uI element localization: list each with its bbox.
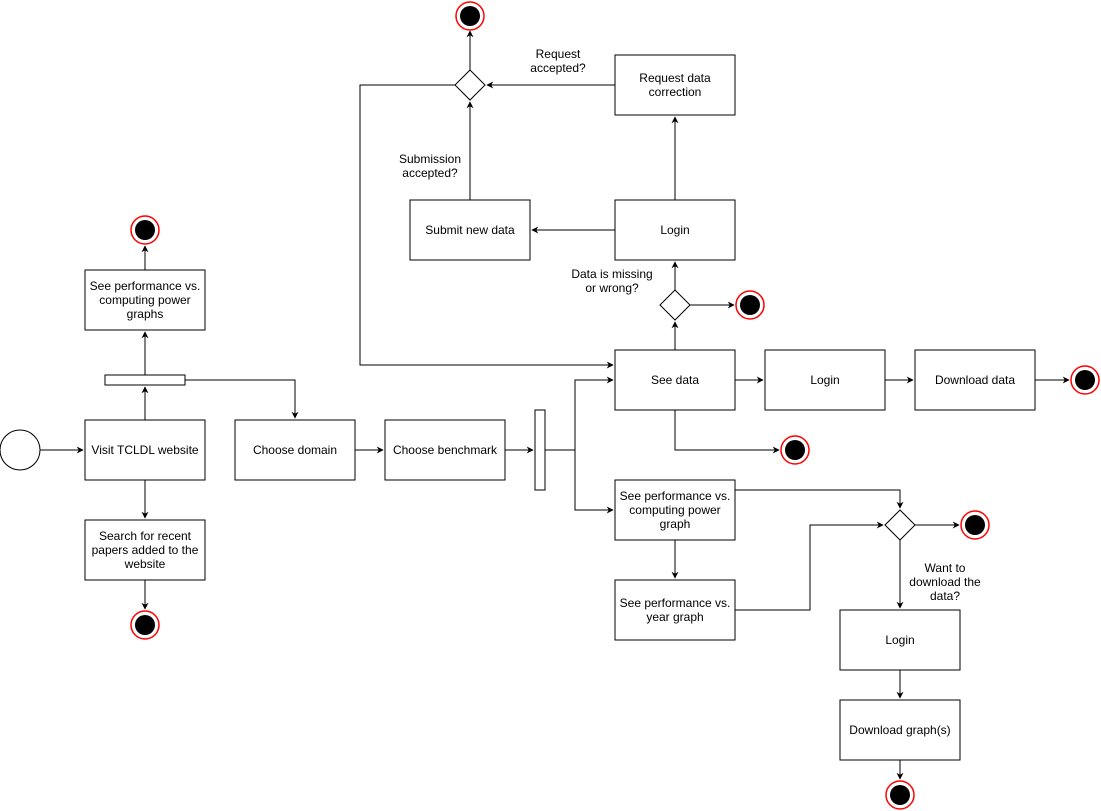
activity-visit: Visit TCLDL website	[84, 419, 206, 481]
activity-domain: Choose domain	[234, 419, 356, 481]
final-node	[1070, 365, 1100, 395]
activity-label: Login	[885, 633, 914, 647]
final-node	[130, 610, 160, 640]
activity-label: Login	[660, 223, 689, 237]
activity-label: Search for recent	[99, 529, 192, 543]
activity-label: website	[124, 557, 166, 571]
guard-label: or wrong?	[585, 281, 639, 295]
activity-label: Download graph(s)	[849, 723, 950, 737]
activity-label: See performance vs.	[90, 279, 201, 293]
edge	[574, 450, 614, 514]
activity-label: See data	[651, 373, 699, 387]
edge	[185, 379, 299, 419]
final-node	[130, 215, 160, 245]
activity-download-data: Download data	[914, 349, 1036, 411]
decision-node	[659, 289, 691, 321]
activity-label: graphs	[127, 307, 164, 321]
edge	[545, 376, 614, 451]
final-node	[960, 510, 990, 540]
edge	[735, 489, 904, 509]
activity-label: computing power	[99, 293, 190, 307]
activity-perf-graphs: See performance vs.computing powergraphs	[84, 269, 206, 331]
fork-bar	[534, 409, 546, 491]
activity-label: Visit TCLDL website	[91, 443, 198, 457]
activity-benchmark: Choose benchmark	[384, 419, 506, 481]
activity-perf-comp: See performance vs.computing powergraph	[614, 479, 736, 541]
guard-label: data?	[930, 589, 960, 603]
guard-label: accepted?	[402, 166, 458, 180]
final-node	[780, 435, 810, 465]
guard-label: accepted?	[530, 61, 586, 75]
activity-label: Choose domain	[253, 443, 337, 457]
final-node	[885, 780, 915, 810]
activity-label: Login	[810, 373, 839, 387]
activity-label: correction	[649, 85, 702, 99]
activity-see-data: See data	[614, 349, 736, 411]
activity-label: See performance vs.	[620, 596, 731, 610]
activity-label: papers added to the	[92, 543, 199, 557]
activity-download-graph: Download graph(s)	[839, 699, 961, 761]
activity-perf-year: See performance vs.year graph	[614, 579, 736, 641]
activity-label: graph	[660, 517, 691, 531]
activity-label: See performance vs.	[620, 489, 731, 503]
edge	[674, 410, 780, 454]
final-node	[455, 1, 485, 31]
guard-label: Data is missing	[571, 267, 652, 281]
activity-diagram: Visit TCLDL website Search for recentpape…	[0, 1, 1100, 810]
decision-node	[884, 509, 916, 541]
activity-login-top: Login	[614, 199, 736, 261]
guard-label: Submission	[399, 152, 461, 166]
decision-node	[454, 69, 486, 101]
start-node	[0, 429, 41, 471]
activity-label: Choose benchmark	[393, 443, 498, 457]
final-node	[735, 290, 765, 320]
activity-label: Request data	[639, 71, 711, 85]
activity-label: Download data	[935, 373, 1015, 387]
activity-search: Search for recentpapers added to thewebs…	[84, 519, 206, 581]
guard-label: Want to	[925, 561, 966, 575]
activity-login-graph: Login	[839, 609, 961, 671]
activity-submit: Submit new data	[409, 199, 531, 261]
guard-label: Request	[536, 47, 581, 61]
activity-request: Request datacorrection	[614, 54, 736, 116]
activity-login-mid: Login	[764, 349, 886, 411]
activity-label: computing power	[629, 503, 720, 517]
guard-label: download the	[909, 575, 981, 589]
edge	[735, 521, 884, 611]
fork-bar	[104, 374, 186, 386]
activity-label: Submit new data	[425, 223, 515, 237]
activity-label: year graph	[646, 610, 703, 624]
